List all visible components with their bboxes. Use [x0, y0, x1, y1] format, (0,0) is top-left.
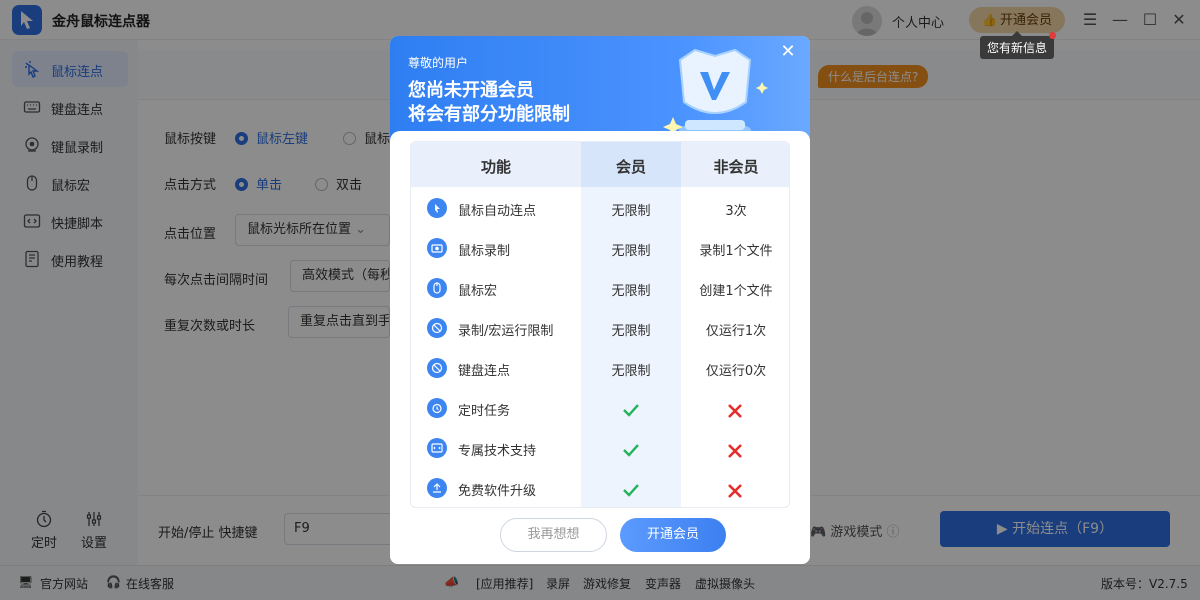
member-cell: 无限制: [611, 204, 651, 219]
vip-badge-icon: [663, 48, 768, 138]
check-icon: [623, 404, 639, 417]
non-member-cell: 录制1个文件: [699, 244, 773, 259]
new-message-tooltip: 您有新信息: [980, 31, 1055, 59]
header-feature: 功能: [480, 158, 511, 176]
modal-body: 功能 会员 非会员 鼠标自动连点 无限制 3次 鼠标录制 无限制 录制1个文件 …: [390, 131, 810, 564]
member-cell: 无限制: [611, 244, 651, 259]
check-icon: [623, 484, 639, 497]
header-non-member: 非会员: [713, 158, 759, 176]
mouse-click-icon: [427, 198, 447, 218]
feature-name: 鼠标宏: [458, 284, 498, 299]
non-member-cell: 3次: [725, 204, 747, 219]
feature-table: 功能 会员 非会员 鼠标自动连点 无限制 3次 鼠标录制 无限制 录制1个文件 …: [410, 141, 790, 508]
feature-name: 免费软件升级: [458, 484, 537, 499]
upgrade-icon: [427, 478, 447, 498]
alarm-icon: [427, 398, 447, 418]
mouse-icon: [427, 278, 447, 298]
member-cell: 无限制: [611, 364, 651, 379]
feature-name: 专属技术支持: [458, 444, 537, 459]
check-icon: [623, 444, 639, 457]
camera-icon: [427, 238, 447, 258]
vip-modal: 尊敬的用户 您尚未开通会员 将会有部分功能限制 ✕ 功能 会员 非会员 鼠标自动…: [390, 36, 810, 564]
header-member: 会员: [615, 158, 646, 176]
modal-title-line1: 您尚未开通会员: [408, 80, 534, 101]
member-cell: 无限制: [611, 324, 651, 339]
cross-icon: [728, 444, 742, 458]
feature-name: 鼠标自动连点: [458, 204, 537, 219]
cross-icon: [728, 404, 742, 418]
ban-icon: [427, 318, 447, 338]
feature-name: 录制/宏运行限制: [458, 324, 554, 339]
cross-icon: [728, 484, 742, 498]
feature-name: 鼠标录制: [458, 244, 511, 259]
feature-name: 定时任务: [458, 404, 511, 419]
non-member-cell: 仅运行0次: [705, 364, 767, 379]
feature-name: 键盘连点: [458, 364, 511, 379]
ban-icon: [427, 358, 447, 378]
support-icon: [427, 438, 447, 458]
non-member-cell: 创建1个文件: [699, 284, 773, 299]
non-member-cell: 仅运行1次: [705, 324, 767, 339]
open-vip-button[interactable]: 开通会员: [620, 518, 726, 552]
notification-dot: [1049, 32, 1056, 39]
modal-title-line2: 将会有部分功能限制: [408, 104, 570, 125]
modal-header: 尊敬的用户 您尚未开通会员 将会有部分功能限制 ✕: [390, 36, 810, 146]
member-cell: 无限制: [611, 284, 651, 299]
think-again-button[interactable]: 我再想想: [500, 518, 607, 552]
modal-close-icon[interactable]: ✕: [778, 42, 798, 62]
modal-greeting: 尊敬的用户: [408, 56, 469, 70]
